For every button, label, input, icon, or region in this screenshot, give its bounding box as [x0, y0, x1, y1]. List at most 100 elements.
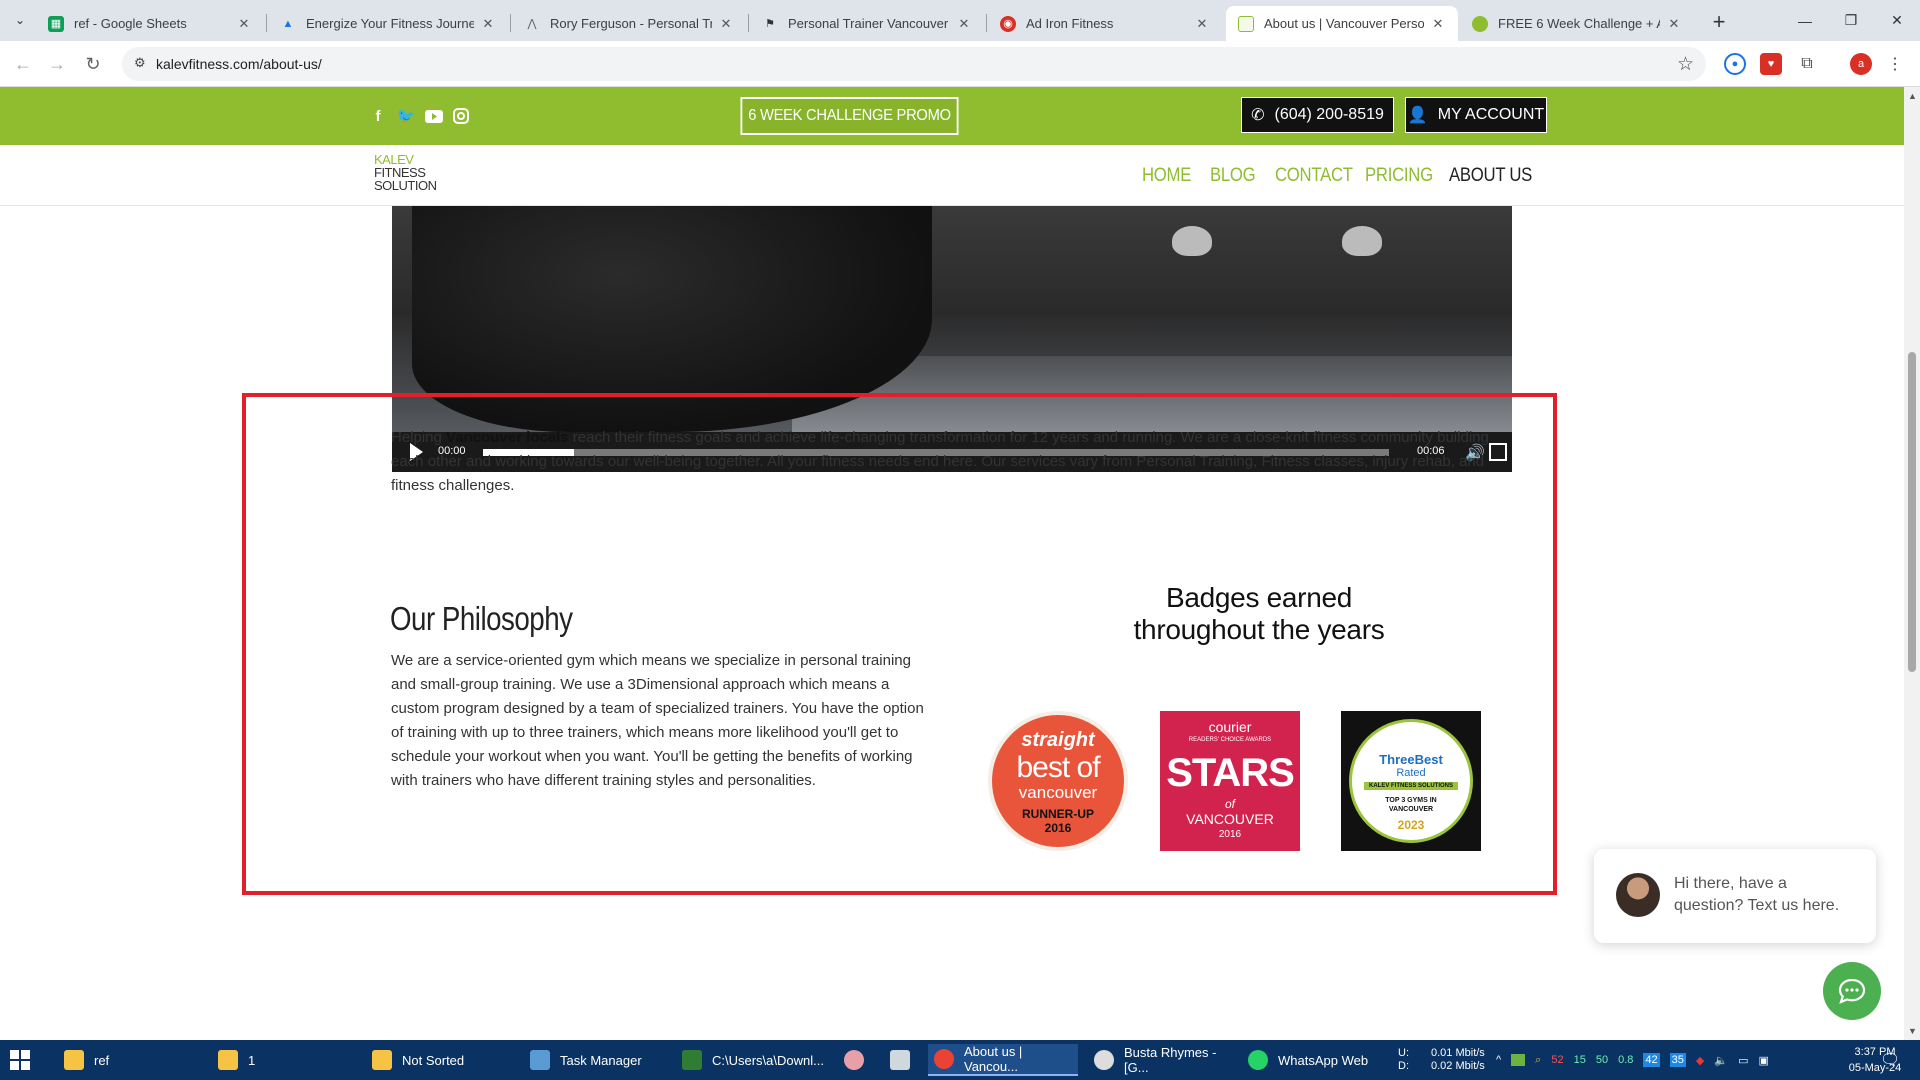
reload-icon[interactable]: ↻ [78, 49, 108, 79]
tray-number: 0.8 [1618, 1054, 1634, 1066]
taskbar-chrome-about-us[interactable]: About us | Vancou... [928, 1044, 1078, 1076]
net-labels: U: D: [1398, 1047, 1409, 1072]
scroll-up-icon[interactable]: ▲ [1908, 91, 1917, 101]
youtube-icon[interactable] [424, 107, 444, 125]
browser-menu-icon[interactable]: ⋮ [1884, 53, 1906, 75]
facebook-icon[interactable]: f [368, 107, 388, 125]
intro-paragraph: Helping Vancouver locals reach their fit… [391, 429, 1489, 494]
close-tab-icon[interactable]: ✕ [1666, 16, 1682, 32]
taskbar-folder-not-sorted[interactable]: Not Sorted [366, 1044, 506, 1076]
taskbar-whatsapp[interactable]: WhatsApp Web [1242, 1044, 1392, 1076]
close-tab-icon[interactable]: ✕ [480, 16, 496, 32]
user-icon: 👤 [1407, 107, 1428, 124]
browser-toolbar: ← → ↻ ⚙ kalevfitness.com/about-us/ ☆ ● ♥… [0, 41, 1920, 87]
battery-icon[interactable]: ▭ [1738, 1054, 1748, 1067]
badge-text: RUNNER-UP [1022, 807, 1094, 821]
tab-personal-trainer-vancouver[interactable]: ⚑ Personal Trainer Vancouver | W ✕ [750, 6, 984, 41]
badge-text: 2023 [1397, 818, 1425, 832]
tab-google-sheets[interactable]: ▦ ref - Google Sheets ✕ [36, 6, 264, 41]
scroll-down-icon[interactable]: ▼ [1908, 1026, 1917, 1036]
tray-number: 50 [1595, 1054, 1609, 1066]
notifications-icon[interactable]: 🗨 [1880, 1040, 1900, 1080]
tray-app-icon[interactable] [1511, 1054, 1526, 1066]
minimize-icon[interactable]: — [1782, 0, 1828, 41]
tray-number: 35 [1669, 1053, 1686, 1067]
best-of-vancouver-badge: straight best of vancouver RUNNER-UP 201… [988, 711, 1128, 851]
folder-icon [64, 1050, 84, 1070]
new-tab-button[interactable]: + [1705, 8, 1733, 36]
taskbar-app-pig[interactable] [838, 1044, 868, 1076]
site-nav: KALEV FITNESS SOLUTION HOME BLOG CONTACT… [0, 145, 1904, 206]
tab-separator [510, 14, 511, 32]
badge-text: courier [1208, 719, 1252, 735]
system-tray: ^ ⌕ 52 15 50 0.8 42 35 ◆ 🔈 ▭ ▣ [1496, 1040, 1769, 1080]
tab-about-us-active[interactable]: About us | Vancouver Personal ✕ [1226, 6, 1458, 41]
tray-shield-icon[interactable]: ◆ [1696, 1054, 1704, 1067]
close-tab-icon[interactable]: ✕ [718, 16, 734, 32]
tray-chevron-icon[interactable]: ^ [1496, 1054, 1501, 1066]
phone-button[interactable]: ✆ (604) 200-8519 [1241, 97, 1394, 133]
mountain-icon: ⋀ [527, 18, 537, 30]
taskbar-folder-ref[interactable]: ref [58, 1044, 176, 1076]
chat-prompt-bubble[interactable]: Hi there, have a question? Text us here. [1594, 849, 1876, 943]
address-bar[interactable]: ⚙ kalevfitness.com/about-us/ ☆ [122, 47, 1706, 81]
extension-icon[interactable]: ● [1724, 53, 1746, 75]
profile-avatar[interactable]: a [1850, 53, 1872, 75]
tab-separator [266, 14, 267, 32]
taskbar-task-manager[interactable]: Task Manager [524, 1044, 674, 1076]
chat-open-button[interactable] [1823, 962, 1881, 1020]
scroll-thumb[interactable] [1908, 352, 1916, 672]
twitter-icon[interactable]: 🐦 [396, 107, 416, 125]
instagram-icon[interactable] [451, 107, 471, 125]
page-scrollbar[interactable]: ▲ ▼ [1904, 87, 1920, 1040]
tab-search-chevron-icon[interactable]: ⌄ [8, 8, 32, 32]
badges-heading-line: Badges earned [1165, 582, 1353, 613]
shield-extension-icon[interactable]: ♥ [1760, 53, 1782, 75]
tab-energize-fitness[interactable]: ▲ Energize Your Fitness Journey w ✕ [268, 6, 508, 41]
badge-text: READERS' CHOICE AWARDS [1188, 737, 1272, 743]
badge-text: Rated [1396, 767, 1426, 779]
tray-search-icon[interactable]: ⌕ [1535, 1054, 1541, 1067]
nav-contact[interactable]: CONTACT [1275, 165, 1353, 187]
taskbar-app-notepad[interactable] [884, 1044, 914, 1076]
close-tab-icon[interactable]: ✕ [236, 16, 252, 32]
nav-pricing[interactable]: PRICING [1365, 165, 1433, 187]
taskbar-busta-rhymes[interactable]: Busta Rhymes - [G... [1088, 1044, 1238, 1076]
bookmark-star-icon[interactable]: ☆ [1677, 53, 1694, 76]
phone-number: (604) 200-8519 [1274, 106, 1384, 123]
net-values: 0.01 Mbit/s 0.02 Mbit/s [1431, 1047, 1485, 1072]
windows-start-icon[interactable] [10, 1050, 30, 1070]
three-best-rated-badge: ThreeBest Rated KALEV FITNESS SOLUTIONS … [1341, 711, 1481, 851]
tab-free-6-week-challenge[interactable]: FREE 6 Week Challenge + Appl ✕ [1460, 6, 1694, 41]
badge-text: VANCOUVER [1186, 811, 1274, 827]
taskbar-downloads[interactable]: C:\Users\a\Downl... [676, 1044, 826, 1076]
tab-title: About us | Vancouver Personal [1264, 16, 1424, 31]
web-page: f 🐦 6 WEEK CHALLENGE PROMO ✆ (604) 200-8… [0, 87, 1904, 1040]
back-icon[interactable]: ← [8, 49, 38, 79]
volume-tray-icon[interactable]: 🔈 [1714, 1054, 1728, 1067]
tab-rory-ferguson[interactable]: ⋀ Rory Ferguson - Personal Traini ✕ [512, 6, 746, 41]
tab-title: Ad Iron Fitness [1026, 16, 1114, 31]
nav-home[interactable]: HOME [1142, 165, 1191, 187]
extensions-puzzle-icon[interactable]: ⧉ [1796, 53, 1818, 75]
tab-iron-fitness[interactable]: ◉ Ad Iron Fitness ✕ [988, 6, 1222, 41]
six-week-challenge-promo-button[interactable]: 6 WEEK CHALLENGE PROMO [740, 97, 959, 135]
network-icon[interactable]: ▣ [1758, 1054, 1768, 1067]
restore-icon[interactable]: ❐ [1828, 0, 1874, 41]
tray-number: 52 [1551, 1054, 1564, 1066]
my-account-button[interactable]: 👤 MY ACCOUNT [1405, 97, 1547, 133]
tab-title: ref - Google Sheets [74, 16, 187, 31]
taskbar-folder-1[interactable]: 1 [212, 1044, 330, 1076]
badge-text: 2016 [1044, 821, 1072, 835]
forward-icon[interactable]: → [42, 49, 72, 79]
close-tab-icon[interactable]: ✕ [1430, 16, 1446, 32]
nav-blog[interactable]: BLOG [1210, 165, 1256, 187]
site-info-icon[interactable]: ⚙ [134, 55, 152, 73]
fox-icon [1094, 1050, 1114, 1070]
close-window-icon[interactable]: ✕ [1874, 0, 1920, 41]
nav-about-us[interactable]: ABOUT US [1449, 165, 1532, 187]
url-text: kalevfitness.com/about-us/ [156, 56, 322, 72]
close-tab-icon[interactable]: ✕ [956, 16, 972, 32]
kalev-logo[interactable]: KALEV FITNESS SOLUTION [374, 153, 437, 192]
close-tab-icon[interactable]: ✕ [1194, 16, 1210, 32]
